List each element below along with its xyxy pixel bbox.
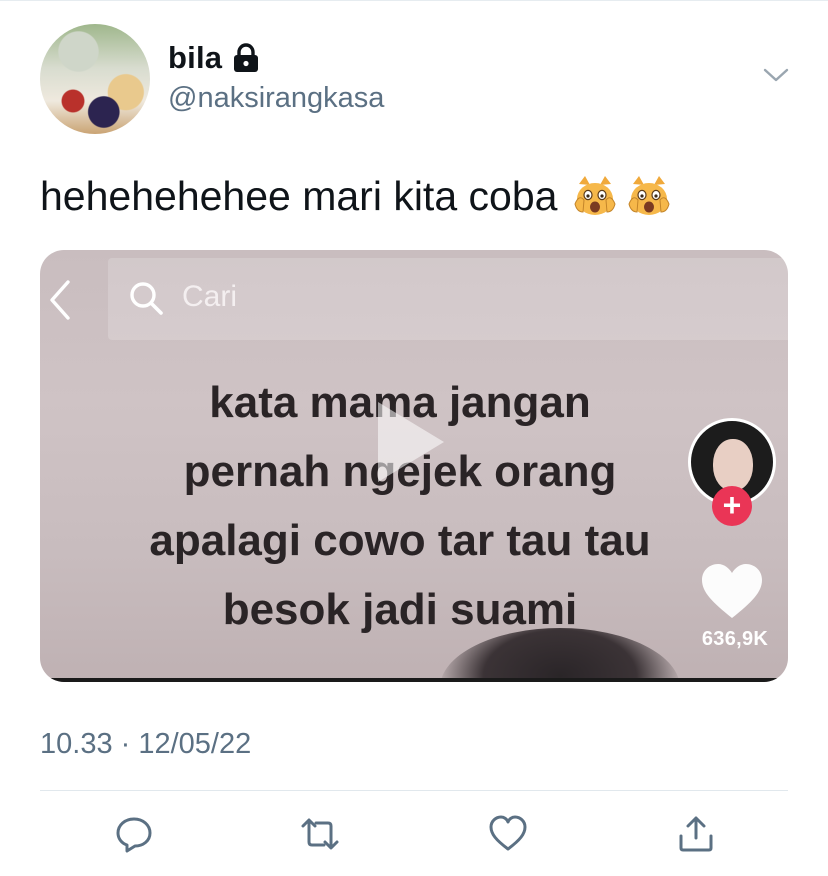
tweet-body: hehehehehee mari kita coba [40, 173, 558, 219]
video-caption-line: apalagi cowo tar tau tau [149, 516, 651, 565]
chevron-down-icon[interactable] [762, 66, 790, 84]
divider [40, 790, 788, 791]
heart-icon [702, 564, 762, 618]
video-bottom-edge [40, 678, 788, 682]
video-caption-line: besok jadi suami [222, 585, 578, 634]
author-handle[interactable]: @naksirangkasa [168, 82, 384, 115]
creator-face [713, 439, 753, 491]
chevron-left-icon [50, 280, 70, 320]
weary-cat-face-emoji [628, 176, 670, 215]
avatar[interactable] [40, 24, 150, 134]
author-row: bila [168, 40, 260, 76]
author-name[interactable]: bila [168, 40, 222, 76]
share-icon[interactable] [676, 814, 716, 854]
retweet-icon[interactable] [300, 814, 340, 854]
lock-icon [234, 43, 259, 72]
reply-icon[interactable] [114, 814, 154, 854]
heart-outline-icon[interactable] [488, 814, 528, 854]
video-like-count: 636,9K [701, 628, 769, 650]
follow-badge: + [712, 486, 752, 526]
tweet-text: hehehehehee mari kita coba [40, 170, 671, 222]
weary-cat-face-emoji [574, 176, 616, 215]
play-icon[interactable] [378, 402, 444, 482]
tweet-timestamp[interactable]: 10.33 · 12/05/22 [40, 728, 251, 761]
video-search-text: Cari [182, 280, 238, 313]
search-icon [130, 282, 163, 315]
tweet-media-video[interactable]: Cari kata mama jangan pernah ngejek oran… [40, 250, 788, 682]
top-border [0, 0, 828, 1]
